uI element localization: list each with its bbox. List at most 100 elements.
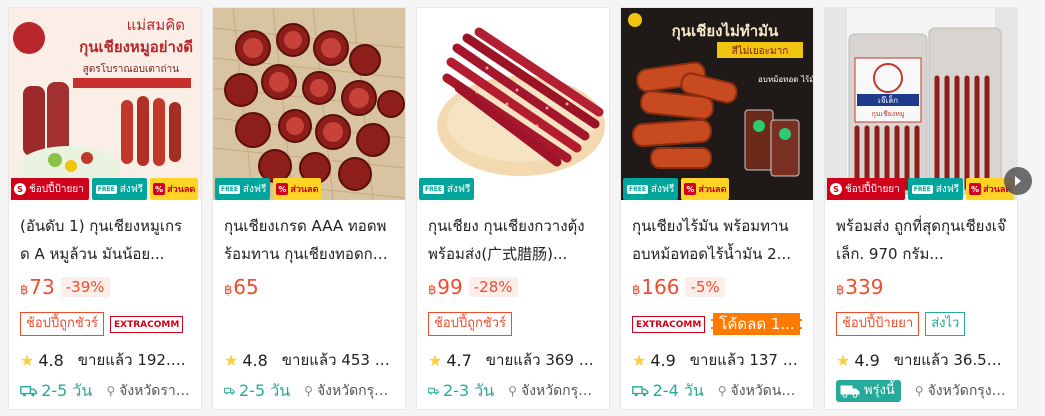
- promo-overlay: FREE ส่งฟรี: [417, 178, 475, 200]
- product-image[interactable]: เจ๊เล็ก กุนเชียงหมู S ช้อปปี้ป้ายยา FREE ส…: [825, 8, 1017, 200]
- star-icon: ★: [428, 350, 443, 370]
- product-card[interactable]: แม่สมคิด กุนเชียงหมูอย่างดี สูตรโบราณอบเ…: [8, 7, 202, 410]
- rating-value: 4.8: [38, 350, 64, 370]
- extracomm-badge: EXTRACOMM: [632, 315, 706, 333]
- price-value: 73: [29, 275, 55, 299]
- shop-location: จังหวัดนนทบุรี: [730, 383, 802, 399]
- shop-location: จังหวัดกรุงเทพมหานคร: [316, 383, 394, 399]
- free-shipping-tag: FREE ส่งฟรี: [907, 178, 964, 200]
- shipping-days: 2-4 วัน: [652, 380, 704, 400]
- star-icon: ★: [20, 350, 35, 370]
- price-value: 99: [437, 275, 463, 299]
- delivery-truck-icon: [20, 386, 38, 397]
- product-image-graphic: [213, 8, 405, 200]
- currency-symbol: ฿: [428, 283, 437, 298]
- percent-icon: %: [684, 183, 697, 195]
- chevron-right-icon: [1015, 176, 1021, 186]
- image-brand: แม่สมคิด: [127, 16, 185, 34]
- star-icon: ★: [632, 350, 647, 370]
- price-value: 339: [845, 275, 884, 299]
- sold-count: ขายแล้ว 137 ชิ้น: [689, 351, 802, 369]
- product-title[interactable]: กุนเชียงไร้มัน พร้อมทาน อบหม้อทอดไร้น้ำม…: [632, 212, 802, 268]
- extracomm-badge: EXTRACOMM: [109, 315, 184, 333]
- product-image-graphic: เจ๊เล็ก กุนเชียงหมู: [825, 8, 1017, 200]
- product-image-graphic: แม่สมคิด กุนเชียงหมูอย่างดี สูตรโบราณอบเ…: [9, 8, 201, 200]
- currency-symbol: ฿: [632, 283, 641, 298]
- fast-delivery-badge: ส่งไว: [925, 312, 966, 336]
- delivery-truck-icon: [428, 387, 439, 395]
- discount-tag: % ส่วนลด: [681, 178, 730, 200]
- sold-count: ขายแล้ว 453 ชิ้น: [281, 351, 394, 369]
- image-subhead: กุนเชียงหมู: [872, 110, 905, 118]
- next-day-delivery-badge: พรุ่งนี้: [836, 380, 901, 402]
- product-price: ฿ 339: [836, 275, 883, 299]
- product-price: ฿ 99: [428, 275, 463, 299]
- shop-location: จังหวัดกรุงเทพมหานคร: [520, 383, 598, 399]
- product-title[interactable]: กุนเชียง กุนเชียงกวางตุ้ง พร้อมส่ง(广式腊肠)…: [428, 212, 598, 268]
- free-icon: FREE: [95, 184, 117, 194]
- product-title[interactable]: กุนเชียงเกรด AAA ทอดพร้อมทาน กุนเชียงทอด…: [224, 212, 394, 268]
- product-image[interactable]: กุนเชียงไม่ทำมัน สีไม่เยอะมาก อบหม้อทอด …: [621, 8, 813, 200]
- shopee-icon: S: [14, 183, 26, 195]
- discount-tag: % ส่วนลด: [273, 178, 322, 200]
- delivery-truck-icon: [632, 386, 649, 397]
- free-icon: FREE: [627, 184, 648, 194]
- sold-count: ขายแล้ว 369 ชิ้น: [485, 351, 598, 369]
- product-price: ฿ 73: [20, 275, 55, 299]
- rating-value: 4.8: [242, 350, 268, 370]
- free-icon: FREE: [219, 184, 240, 194]
- free-shipping-label: ส่งฟรี: [650, 183, 675, 195]
- free-shipping-tag: FREE ส่งฟรี: [419, 178, 475, 200]
- image-subhead: สูตรโบราณอบเตาถ่าน: [83, 62, 180, 75]
- percent-icon: %: [153, 183, 166, 195]
- product-image[interactable]: FREE ส่งฟรี % ส่วนลด: [213, 8, 405, 200]
- shopee-pick-label: ช้อปปี้ป้ายยา: [29, 183, 84, 195]
- product-title[interactable]: พร้อมส่ง ถูกที่สุดกุนเชียงเจ๊เล็ก. 970 ก…: [836, 212, 1006, 268]
- discount-badge: -28%: [468, 277, 518, 297]
- image-caption: อบหม้อทอด ไร้มัน: [758, 75, 813, 84]
- delivery-truck-icon: [224, 387, 235, 395]
- free-shipping-label: ส่งฟรี: [446, 183, 471, 195]
- free-shipping-label: ส่งฟรี: [935, 183, 960, 195]
- shopee-pick-tag: S ช้อปปี้ป้ายยา: [827, 178, 905, 200]
- rating-value: 4.7: [446, 350, 472, 370]
- star-icon: ★: [836, 350, 851, 370]
- free-shipping-tag: FREE ส่งฟรี: [215, 178, 271, 200]
- discount-tag-label: ส่วนลด: [698, 185, 727, 195]
- product-card[interactable]: FREE ส่งฟรี % ส่วนลด กุนเชียงเกรด AAA ทอดพ…: [212, 7, 406, 410]
- image-brand: เจ๊เล็ก: [878, 95, 898, 105]
- location-pin-icon: ⚲: [106, 384, 116, 398]
- free-shipping-label: ส่งฟรี: [242, 183, 267, 195]
- product-price: ฿ 65: [224, 275, 259, 299]
- discount-tag-label: ส่วนลด: [167, 185, 196, 195]
- product-image[interactable]: FREE ส่งฟรี: [417, 8, 609, 200]
- shopee-guarantee-badge: ช้อปปี้ถูกชัวร์: [428, 312, 512, 336]
- star-icon: ★: [224, 350, 239, 370]
- image-headline: กุนเชียงหมูอย่างดี: [79, 38, 193, 57]
- price-value: 65: [233, 275, 259, 299]
- product-title[interactable]: (อันดับ 1) กุนเชียงหมูเกรด A หมูล้วน มัน…: [20, 212, 190, 268]
- shop-location: จังหวัดราชบุรี: [119, 383, 190, 399]
- product-image[interactable]: แม่สมคิด กุนเชียงหมูอย่างดี สูตรโบราณอบเ…: [9, 8, 201, 200]
- product-price: ฿ 166: [632, 275, 679, 299]
- promo-overlay: S ช้อปปี้ป้ายยา FREE ส่งฟรี % ส่วนลด: [825, 178, 1015, 200]
- product-card[interactable]: FREE ส่งฟรี กุนเชียง กุนเชียงกวางตุ้ง พร้…: [416, 7, 610, 410]
- promo-overlay: FREE ส่งฟรี % ส่วนลด: [621, 178, 730, 200]
- discount-badge: -5%: [685, 277, 725, 297]
- sold-count: ขายแล้ว 192.1พัน ชิ้น: [77, 351, 190, 369]
- image-subhead: สีไม่เยอะมาก: [732, 45, 789, 57]
- product-card[interactable]: กุนเชียงไม่ทำมัน สีไม่เยอะมาก อบหม้อทอด …: [620, 7, 814, 410]
- percent-icon: %: [276, 183, 289, 195]
- location-pin-icon: ⚲: [304, 384, 313, 398]
- product-card[interactable]: เจ๊เล็ก กุนเชียงหมู S ช้อปปี้ป้ายยา FREE ส…: [824, 7, 1018, 410]
- voucher-badge: โค้ดลด 1...: [711, 313, 802, 335]
- shop-location: จังหวัดกรุงเทพมหานคร: [927, 383, 1006, 399]
- discount-badge: -39%: [60, 277, 110, 297]
- carousel-next-button[interactable]: [1004, 167, 1032, 195]
- price-value: 166: [641, 275, 680, 299]
- rating-value: 4.9: [650, 350, 676, 370]
- shipping-days: 2-3 วัน: [443, 380, 495, 400]
- product-image-graphic: กุนเชียงไม่ทำมัน สีไม่เยอะมาก อบหม้อทอด …: [621, 8, 813, 200]
- shopee-guarantee-badge: ช้อปปี้ถูกชัวร์: [20, 312, 104, 336]
- currency-symbol: ฿: [836, 283, 845, 298]
